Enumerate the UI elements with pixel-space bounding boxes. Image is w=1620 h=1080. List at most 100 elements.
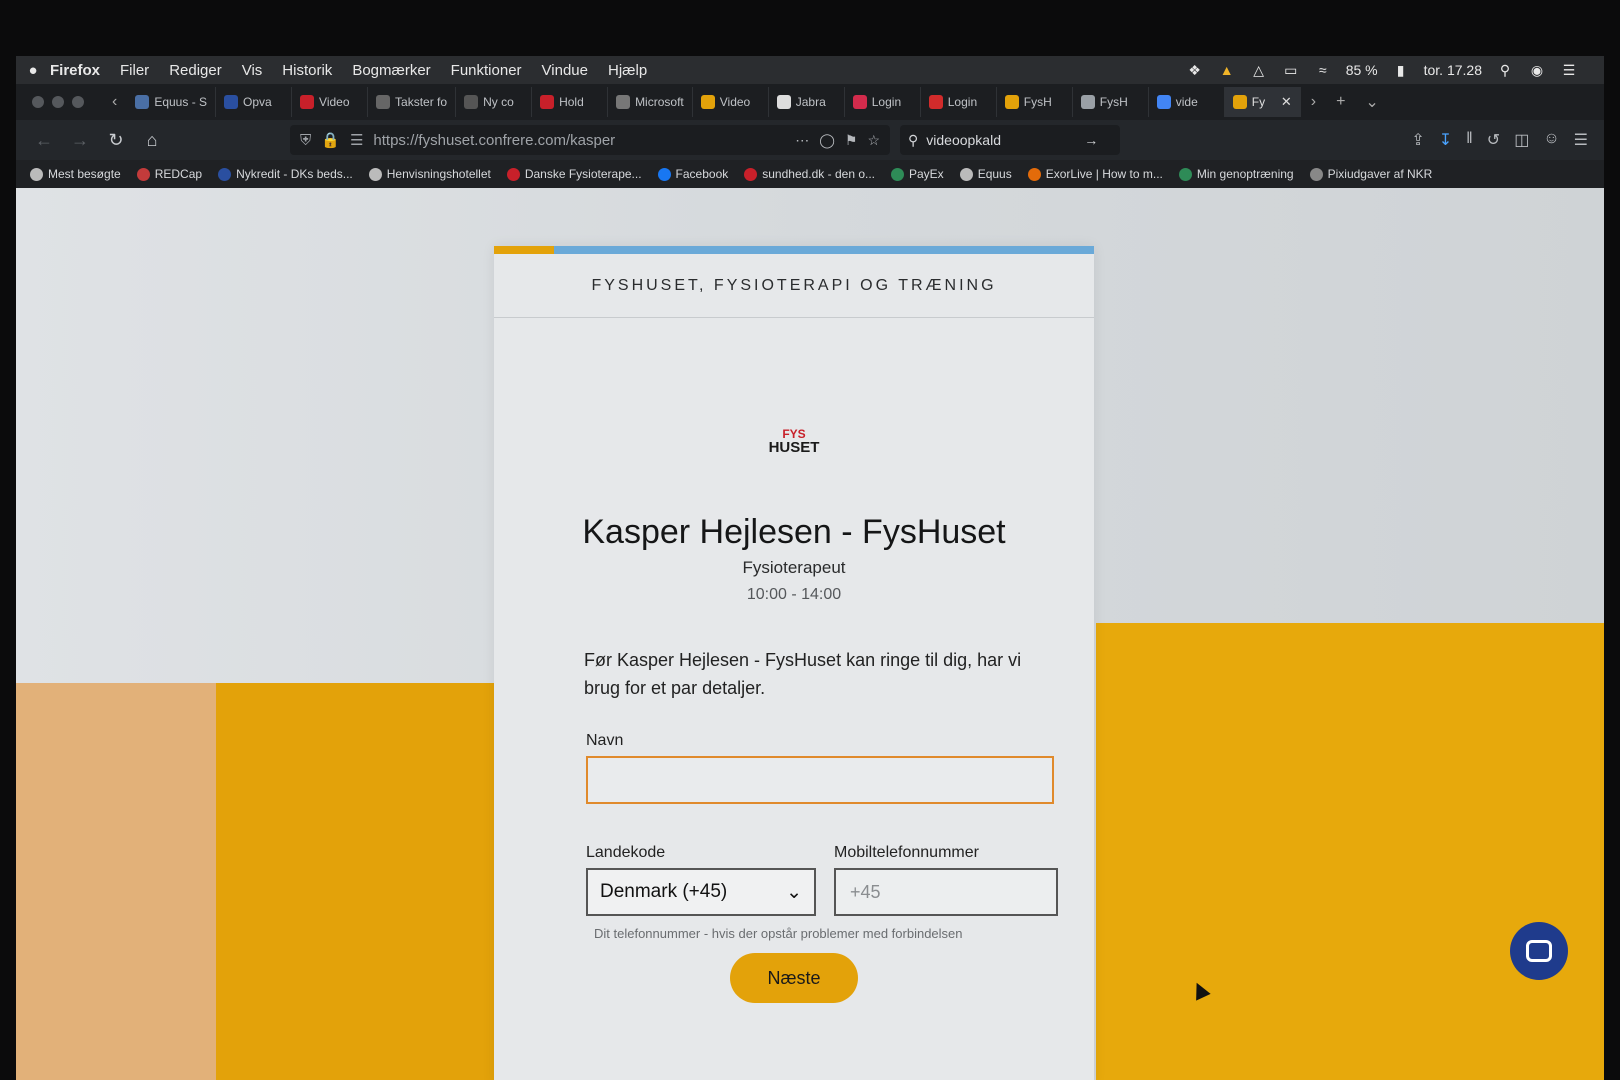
close-tab-icon[interactable]: ✕ (1281, 94, 1292, 110)
tab-favicon-icon (300, 95, 315, 109)
tab-label: Takster fo (395, 95, 448, 109)
tab-label: Fy (1251, 95, 1266, 109)
bookmark-item[interactable]: Nykredit - DKs beds... (218, 167, 353, 181)
browser-tab[interactable]: Equus - S (127, 87, 217, 117)
menu-vis[interactable]: Vis (242, 62, 263, 79)
permissions-icon[interactable]: ☰ (350, 131, 363, 149)
back-arrow-icon[interactable]: ← (26, 130, 62, 151)
app-menu-icon[interactable]: ☰ (1574, 130, 1588, 150)
bookmark-label: ExorLive | How to m... (1045, 167, 1163, 181)
siri-icon[interactable]: ◉ (1528, 62, 1546, 79)
browser-tab[interactable]: Jabra (769, 87, 845, 117)
notification-center-icon[interactable]: ☰ (1560, 62, 1578, 79)
zoom-window-button[interactable] (72, 96, 84, 108)
warning-icon[interactable]: ▲ (1218, 62, 1236, 78)
next-button[interactable]: Næste (730, 953, 858, 1003)
downloads-history-icon[interactable]: ⇪ (1411, 130, 1424, 150)
clock[interactable]: tor. 17.28 (1424, 62, 1482, 78)
browser-tab[interactable]: FysH (1073, 87, 1149, 117)
sidebar-icon[interactable]: ◫ (1514, 130, 1529, 150)
search-go-arrow-icon[interactable]: → (1084, 132, 1098, 148)
bookmark-item[interactable]: Facebook (657, 167, 728, 181)
tab-favicon-icon (376, 95, 391, 109)
menu-filer[interactable]: Filer (120, 62, 149, 79)
library-icon[interactable]: ‖ (1466, 130, 1473, 150)
tab-scroll-left-icon[interactable]: ‹ (102, 93, 127, 111)
menu-historik[interactable]: Historik (282, 62, 332, 79)
bookmark-item[interactable]: Danske Fysioterape... (506, 167, 642, 181)
country-code-value: Denmark (+45) (600, 881, 728, 902)
browser-tab[interactable]: Takster fo (368, 87, 457, 117)
bookmark-favicon-icon (506, 167, 520, 181)
wifi-icon[interactable]: ≈ (1314, 62, 1332, 78)
bookmark-item[interactable]: Equus (959, 167, 1012, 181)
forward-arrow-icon[interactable]: → (62, 130, 98, 151)
browser-tab[interactable]: Hold (532, 87, 609, 117)
browser-tab[interactable]: Login (845, 87, 921, 117)
battery-icon[interactable]: ▮ (1392, 62, 1410, 79)
bookmark-item[interactable]: PayEx (891, 167, 944, 181)
menu-hjaelp[interactable]: Hjælp (608, 62, 647, 79)
minimize-window-button[interactable] (52, 96, 64, 108)
bookmark-star-icon[interactable]: ☆ (867, 132, 880, 149)
country-code-select[interactable]: Denmark (+45) ⌄ (586, 868, 816, 916)
url-text[interactable]: https://fyshuset.confrere.com/kasper (373, 132, 785, 149)
page-actions-icon[interactable]: ⋯ (795, 132, 809, 149)
menu-bogmaerker[interactable]: Bogmærker (352, 62, 430, 79)
chat-launcher-button[interactable] (1510, 922, 1568, 980)
reload-icon[interactable]: ↻ (98, 130, 134, 151)
bookmark-label: REDCap (154, 167, 203, 181)
search-bar[interactable]: ⚲ → (900, 125, 1120, 155)
flag-icon[interactable]: ⚑ (845, 132, 858, 149)
tab-label: Video (319, 95, 350, 109)
browser-tab[interactable]: Video (292, 87, 369, 117)
new-tab-icon[interactable]: + (1326, 93, 1355, 111)
lock-icon[interactable]: 🔒 (321, 131, 340, 149)
browser-tab[interactable]: Login (921, 87, 997, 117)
menu-funktioner[interactable]: Funktioner (451, 62, 522, 79)
tracking-shield-icon[interactable]: ⛨ (300, 132, 311, 149)
tab-favicon-icon (852, 95, 867, 109)
history-icon[interactable]: ↺ (1487, 130, 1500, 150)
list-all-tabs-icon[interactable]: ⌄ (1355, 92, 1388, 112)
name-input[interactable] (586, 756, 1054, 804)
home-icon[interactable]: ⌂ (134, 130, 170, 151)
drive-icon[interactable]: △ (1250, 62, 1268, 79)
browser-tab[interactable]: Microsoft (608, 87, 693, 117)
browser-tab[interactable]: vide (1149, 87, 1225, 117)
menu-app-name[interactable]: Firefox (50, 62, 100, 79)
phone-label: Mobiltelefonnummer (834, 844, 979, 861)
airplay-icon[interactable]: ▭ (1282, 62, 1300, 79)
account-icon[interactable]: ☺ (1543, 130, 1559, 150)
country-code-label: Landekode (586, 844, 666, 861)
apple-icon[interactable]: ● (16, 62, 50, 79)
close-window-button[interactable] (32, 96, 44, 108)
menu-rediger[interactable]: Rediger (169, 62, 222, 79)
url-bar[interactable]: ⛨ 🔒 ☰ https://fyshuset.confrere.com/kasp… (290, 125, 890, 155)
download-icon[interactable]: ↧ (1439, 130, 1452, 150)
bookmark-item[interactable]: REDCap (136, 167, 203, 181)
menu-vindue[interactable]: Vindue (542, 62, 588, 79)
bookmark-item[interactable]: Mest besøgte (30, 167, 121, 181)
browser-tab[interactable]: Ny co (456, 87, 533, 117)
tab-favicon-icon (135, 95, 150, 109)
bookmark-label: Min genoptræning (1196, 167, 1294, 181)
tab-scroll-right-icon[interactable]: › (1301, 93, 1326, 111)
bookmark-item[interactable]: Min genoptræning (1178, 167, 1294, 181)
browser-tab[interactable]: FysH (997, 87, 1073, 117)
spotlight-search-icon[interactable]: ⚲ (1496, 62, 1514, 79)
search-input[interactable] (926, 132, 1077, 148)
phone-input[interactable] (834, 868, 1058, 916)
dropbox-icon[interactable]: ❖ (1186, 62, 1204, 79)
bookmark-item[interactable]: Henvisningshotellet (368, 167, 491, 181)
bookmark-item[interactable]: Pixiudgaver af NKR (1309, 167, 1432, 181)
tab-label: Ny co (483, 95, 514, 109)
bookmark-item[interactable]: sundhed.dk - den o... (744, 167, 875, 181)
background-yellow-left (16, 683, 536, 1080)
bookmark-item[interactable]: ExorLive | How to m... (1027, 167, 1163, 181)
browser-tab[interactable]: Video (693, 87, 769, 117)
browser-tab[interactable]: Fy ✕ (1224, 87, 1301, 117)
pocket-icon[interactable]: ◯ (819, 132, 835, 149)
country-code-field: Landekode Denmark (+45) ⌄ (586, 844, 816, 916)
browser-tab[interactable]: Opva (216, 87, 293, 117)
